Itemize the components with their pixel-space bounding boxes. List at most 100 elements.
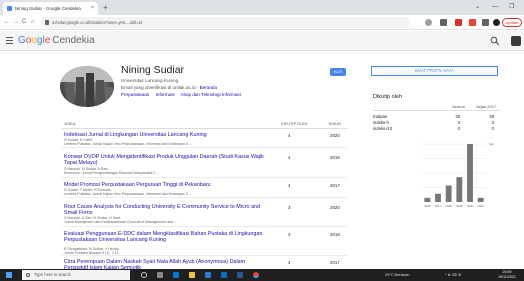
stats-label: indeks-i10 [373, 126, 393, 131]
new-tab-button[interactable]: + [103, 2, 108, 13]
article-row: Citra Perempuan Dalam Naskah Syair Nala … [62, 259, 348, 269]
mail-icon[interactable] [221, 272, 227, 278]
word-icon[interactable] [237, 272, 243, 278]
forward-icon[interactable]: → [13, 15, 19, 30]
edge-icon[interactable] [173, 272, 179, 278]
stats-col-all: Semua [452, 104, 465, 109]
tab-close-icon[interactable]: × [91, 2, 94, 15]
file-explorer-icon[interactable] [189, 272, 195, 278]
profile-interests: Perpustakaan Informasi Arsip dan Teknolo… [121, 92, 246, 97]
homepage-link[interactable]: Beranda [200, 85, 217, 90]
chart-bar-2017[interactable] [435, 193, 441, 202]
back-icon[interactable]: ← [4, 15, 10, 30]
extension-icon[interactable] [455, 19, 462, 26]
citations-per-year-chart: 14 2016 2017 2018 2019 2020 2021 [422, 143, 493, 208]
store-icon[interactable] [205, 272, 211, 278]
chart-bar-2021[interactable] [477, 197, 484, 202]
browser-profile-icon[interactable] [493, 19, 500, 26]
puzzle-icon[interactable] [482, 19, 489, 26]
minimize-icon[interactable]: — [492, 2, 498, 13]
interest-link[interactable]: Arsip dan Teknologi Informasi [181, 92, 241, 97]
reload-icon[interactable]: C [22, 15, 26, 30]
tab-search-icon[interactable]: ⌄ [475, 2, 480, 13]
follow-button[interactable]: IKUTI [330, 68, 346, 76]
article-cited-count[interactable]: 3 [288, 260, 290, 265]
chrome-icon[interactable] [253, 272, 259, 278]
browser-tab-strip: Nining Sudiar - Google Cendekia × + ⌄ — … [0, 0, 524, 15]
system-tray[interactable]: ^ ⊕ ⌫ ID [445, 269, 461, 281]
taskbar-clock[interactable]: 20:59 19/11/2021 [497, 270, 517, 280]
stats-value: 3 [457, 120, 460, 125]
task-view-icon[interactable] [157, 272, 163, 278]
article-year: 2017 [330, 260, 340, 265]
google-scholar-logo[interactable]: Google Cendekia [18, 33, 95, 49]
interest-link[interactable]: Perpustakaan [121, 92, 149, 97]
article-cited-count[interactable]: 3 [288, 232, 290, 237]
weather-widget[interactable]: 29°C Berawan [385, 269, 410, 281]
taskbar-search-box[interactable]: Type here to search [22, 270, 130, 280]
article-venue: Lentera Pustaka: Jurnal Kajian Ilmu Perp… [64, 192, 192, 196]
chart-x-tick-label: 2017 [435, 204, 442, 208]
account-avatar[interactable] [511, 36, 521, 46]
update-button[interactable]: Update [502, 18, 522, 27]
article-row: Konsep OVOP Untuk Mengidentifikasi Produ… [62, 154, 348, 178]
stats-value: 28 [489, 114, 494, 119]
article-year: 2020 [330, 205, 340, 210]
chart-bar-2016[interactable] [424, 197, 431, 202]
tab-title: Nining Sudiar - Google Cendekia [15, 6, 81, 11]
cortana-icon[interactable] [141, 272, 147, 278]
sort-by-cited[interactable]: DIKUTIP OLEH [281, 122, 307, 126]
article-year: 2018 [330, 232, 340, 237]
home-icon[interactable]: ⌂ [31, 15, 35, 30]
search-icon[interactable] [490, 36, 500, 46]
stats-value: 0 [457, 126, 460, 131]
article-title-link[interactable]: Citra Perempuan Dalam Naskah Syair Nala … [64, 259, 264, 269]
windows-start-icon[interactable] [6, 272, 12, 278]
interest-link[interactable]: Informasi [156, 92, 175, 97]
maximize-icon[interactable]: ❐ [509, 2, 514, 13]
articles-table-header: JUDUL DIKUTIP OLEH TAHUN [62, 119, 348, 129]
browser-toolbar: ← → C ⌂ scholar.google.co.id/citations?u… [0, 15, 524, 30]
hamburger-menu-icon[interactable] [6, 37, 13, 44]
cast-icon[interactable] [440, 19, 447, 26]
article-row: Indeksasi Jurnal di Lingkungan Universit… [62, 132, 348, 148]
zoom-icon[interactable] [425, 19, 432, 26]
stats-divider [373, 110, 500, 111]
article-venue: Jurnal Pustaka Budaya 5 (1), 7-14 [64, 251, 119, 255]
chart-bar-2019[interactable] [456, 177, 463, 202]
chart-x-tick-label: 2021 [478, 204, 485, 208]
article-cited-count[interactable]: 4 [288, 155, 290, 160]
windows-taskbar: Type here to search 29°C Berawan ^ ⊕ ⌫ I… [0, 269, 524, 281]
chart-bar-2020[interactable] [467, 144, 473, 202]
profile-photo [60, 66, 114, 107]
article-cited-count[interactable]: 4 [288, 133, 290, 138]
mail-extension-icon[interactable] [469, 19, 476, 26]
address-bar[interactable]: scholar.google.co.id/citations?user=yrnL… [40, 17, 410, 28]
cited-by-heading: Dikutip oleh [373, 94, 403, 100]
scholar-header: Google Cendekia [0, 31, 524, 51]
make-my-profile-button[interactable]: BUAT PROFIL SAYA [371, 66, 498, 76]
sort-by-year[interactable]: TAHUN [328, 122, 341, 126]
article-year: 2016 [330, 155, 340, 160]
sort-by-title[interactable]: JUDUL [64, 122, 76, 126]
article-title-link[interactable]: Konsep OVOP Untuk Mengidentifikasi Produ… [64, 154, 264, 166]
stats-col-since: Sejak 2017 [476, 104, 497, 109]
article-title-link[interactable]: Evaluasi Penggunaan E-DDC dalam Mengklas… [64, 231, 264, 243]
profile-name: Nining Sudiar [121, 64, 185, 76]
article-title-link[interactable]: Root Cause Analysis for Conducting Unive… [64, 204, 264, 216]
article-cited-count[interactable]: 3 [288, 205, 290, 210]
chart-bar-2018[interactable] [445, 185, 452, 202]
stats-value: 0 [491, 126, 494, 131]
article-row: Evaluasi Penggunaan E-DDC dalam Mengklas… [62, 231, 348, 256]
taskbar-search-placeholder: Type here to search [34, 272, 72, 277]
profile-verified-email: Email yang diverifikasi di unilak.ac.id … [121, 85, 218, 90]
url-text: scholar.google.co.id/citations?user=yrnL… [52, 20, 142, 25]
article-cited-count[interactable]: 4 [288, 183, 290, 188]
article-row: Model Promosi Perpustakaan Perguruan Tin… [62, 182, 348, 198]
stats-value: 28 [455, 114, 460, 119]
stats-value: 3 [491, 120, 494, 125]
browser-tab[interactable]: Nining Sudiar - Google Cendekia × [3, 2, 98, 15]
article-year: 2017 [330, 183, 340, 188]
clock-date: 19/11/2021 [498, 275, 516, 279]
article-venue: Lentera Pustaka: Jurnal Kajian Ilmu Perp… [64, 142, 192, 146]
